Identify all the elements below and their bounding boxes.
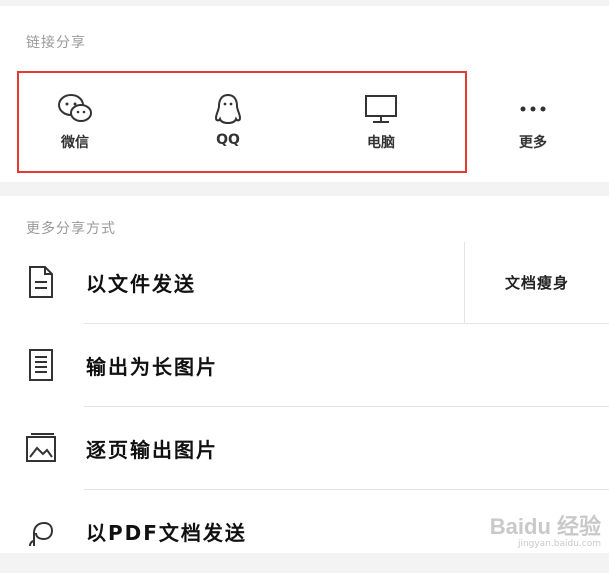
document-slimming-button[interactable]: 文档瘦身 [464, 242, 609, 324]
baidu-watermark: Baidu 经验 jingyan.baidu.com [490, 509, 601, 549]
share-more-label: 更多 [519, 135, 547, 151]
more-share-title: 更多分享方式 [26, 221, 116, 237]
share-computer-label: 电脑 [367, 135, 395, 151]
pdf-icon [29, 521, 54, 547]
row-divider [84, 489, 609, 490]
watermark-brand: Baidu 经验 [489, 514, 601, 539]
share-more-button[interactable]: 更多 [483, 88, 583, 158]
share-wechat-button[interactable]: 微信 [25, 88, 125, 158]
computer-monitor-icon [365, 95, 397, 123]
long-image-icon [29, 349, 53, 381]
document-icon [29, 266, 53, 298]
send-as-file-label: 以文件发送 [86, 272, 196, 296]
send-as-file-row[interactable]: 以文件发送 文档瘦身 [0, 242, 609, 324]
picture-icon [26, 433, 56, 462]
share-computer-button[interactable]: 电脑 [331, 88, 431, 158]
link-share-panel: 链接分享 微信 QQ 电脑 更多 [0, 6, 609, 182]
more-dots-icon [520, 106, 546, 112]
more-share-panel: 更多分享方式 以文件发送 文档瘦身 输出为长图片 逐页输出图片 以PDF文档发送 [0, 196, 609, 553]
row-divider [84, 406, 609, 407]
link-share-title: 链接分享 [26, 35, 86, 51]
share-wechat-label: 微信 [61, 135, 89, 151]
wechat-icon [58, 94, 92, 122]
send-as-pdf-label: 以PDF文档发送 [86, 521, 247, 545]
export-page-images-label: 逐页输出图片 [86, 438, 218, 462]
document-slimming-label: 文档瘦身 [504, 274, 569, 292]
share-qq-label: QQ [216, 132, 240, 148]
row-divider [84, 323, 609, 324]
export-long-image-label: 输出为长图片 [86, 355, 218, 379]
export-long-image-row[interactable]: 输出为长图片 [0, 325, 609, 407]
qq-penguin-icon [214, 93, 242, 125]
export-page-images-row[interactable]: 逐页输出图片 [0, 408, 609, 490]
share-qq-button[interactable]: QQ [178, 88, 278, 158]
